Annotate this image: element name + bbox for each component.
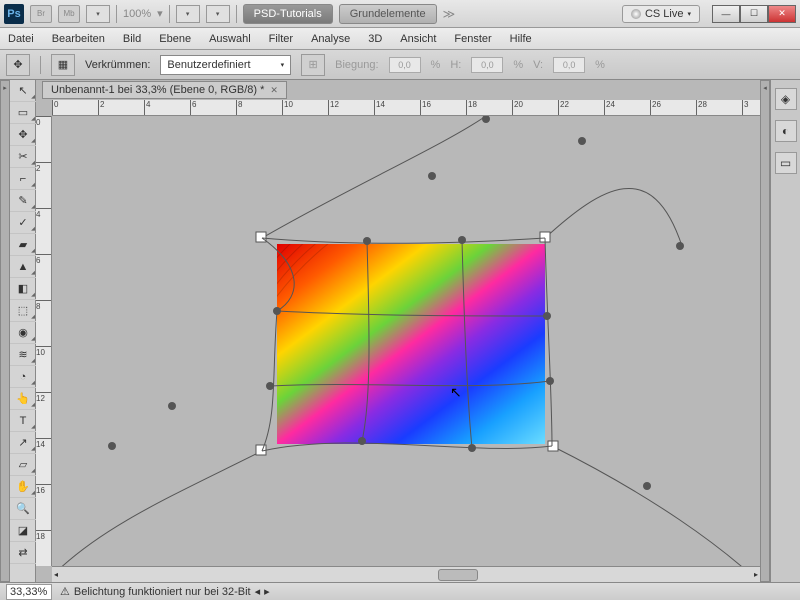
panel-column: ◈ ◐ ▭ <box>770 80 800 582</box>
menu-auswahl[interactable]: Auswahl <box>209 33 251 45</box>
document-tab[interactable]: Unbenannt-1 bei 33,3% (Ebene 0, RGB/8) *… <box>42 81 287 99</box>
minibridge-button[interactable]: Mb <box>58 5 80 23</box>
menu-ansicht[interactable]: Ansicht <box>400 33 436 45</box>
workspace-btn-1[interactable]: PSD-Tutorials <box>243 4 333 24</box>
titlebar: Ps Br Mb 100% ▾ PSD-Tutorials Grundeleme… <box>0 0 800 28</box>
tool-lasso[interactable]: ✥◢ <box>10 124 36 146</box>
menubar: Datei Bearbeiten Bild Ebene Auswahl Filt… <box>0 28 800 50</box>
tool-pen[interactable]: 👆◢ <box>10 388 36 410</box>
status-bar: 33,33% ⚠ Belichtung funktioniert nur bei… <box>0 582 800 600</box>
h-field: 0,0 <box>471 57 503 73</box>
panel-paths-icon[interactable]: ▭ <box>775 152 797 174</box>
scrollbar-horizontal[interactable]: ◂ ▸ <box>52 566 760 582</box>
tool-path[interactable]: ↗◢ <box>10 432 36 454</box>
view-dropdown-1[interactable] <box>86 5 110 23</box>
warp-preset-select[interactable]: Benutzerdefiniert <box>160 55 291 75</box>
tool-zoom[interactable]: 🔍 <box>10 498 36 520</box>
tab-close-icon[interactable]: ✕ <box>270 85 278 96</box>
tool-move[interactable]: ↖◢ <box>10 80 36 102</box>
tool-crop[interactable]: ⌐◢ <box>10 168 36 190</box>
status-zoom-field[interactable]: 33,33% <box>6 584 52 600</box>
app-logo[interactable]: Ps <box>4 4 24 24</box>
titlebar-zoom[interactable]: 100% <box>123 8 151 20</box>
workspace-btn-2[interactable]: Grundelemente <box>339 4 437 24</box>
scrollbar-thumb[interactable] <box>438 569 478 581</box>
tool-shape[interactable]: ▱◢ <box>10 454 36 476</box>
document-tabs: Unbenannt-1 bei 33,3% (Ebene 0, RGB/8) *… <box>36 80 760 100</box>
tool-dodge[interactable]: ◔◢ <box>10 366 36 388</box>
menu-bearbeiten[interactable]: Bearbeiten <box>52 33 105 45</box>
h-label: H: <box>450 59 461 71</box>
tool-eraser[interactable]: ⬚◢ <box>10 300 36 322</box>
tool-marquee[interactable]: ▭◢ <box>10 102 36 124</box>
warp-label: Verkrümmen: <box>85 59 150 71</box>
panel-layers-icon[interactable]: ◈ <box>775 88 797 110</box>
flyout-right[interactable]: ◂ <box>760 80 770 582</box>
tool-type[interactable]: T◢ <box>10 410 36 432</box>
tool-gradient[interactable]: ◉◢ <box>10 322 36 344</box>
tool-history[interactable]: ◧◢ <box>10 278 36 300</box>
tool-mask[interactable]: ⇄ <box>10 542 36 564</box>
tool-blur[interactable]: ≋◢ <box>10 344 36 366</box>
canvas[interactable]: ↖ <box>52 116 760 566</box>
tool-heal[interactable]: ✓◢ <box>10 212 36 234</box>
screen-dropdown[interactable] <box>206 5 230 23</box>
tool-eyedropper[interactable]: ✎◢ <box>10 190 36 212</box>
ruler-horizontal[interactable]: 02468101214161820222426283 <box>52 100 760 116</box>
menu-hilfe[interactable]: Hilfe <box>510 33 532 45</box>
transform-tool-icon[interactable]: ✥ <box>6 54 30 76</box>
tool-brush[interactable]: ▰◢ <box>10 234 36 256</box>
tool-hand[interactable]: ✋◢ <box>10 476 36 498</box>
tool-wand[interactable]: ✂◢ <box>10 146 36 168</box>
toolbox: ↖◢ ▭◢ ✥◢ ✂◢ ⌐◢ ✎◢ ✓◢ ▰◢ ▲◢ ◧◢ ⬚◢ ◉◢ ≋◢ ◔… <box>10 80 36 582</box>
warp-orientation-icon: ⊞ <box>301 54 325 76</box>
panel-channels-icon[interactable]: ◐ <box>775 120 797 142</box>
menu-3d[interactable]: 3D <box>368 33 382 45</box>
bend-field: 0,0 <box>389 57 421 73</box>
v-field: 0,0 <box>553 57 585 73</box>
menu-analyse[interactable]: Analyse <box>311 33 350 45</box>
options-bar: ✥ ▦ Verkrümmen: Benutzerdefiniert ⊞ Bieg… <box>0 50 800 80</box>
cursor-icon: ↖ <box>450 384 462 401</box>
main-area: ▸ ↖◢ ▭◢ ✥◢ ✂◢ ⌐◢ ✎◢ ✓◢ ▰◢ ▲◢ ◧◢ ⬚◢ ◉◢ ≋◢… <box>0 80 800 582</box>
minimize-button[interactable]: — <box>712 5 740 23</box>
bend-label: Biegung: <box>335 59 378 71</box>
flyout-left[interactable]: ▸ <box>0 80 10 582</box>
maximize-button[interactable]: ☐ <box>740 5 768 23</box>
arrange-dropdown[interactable] <box>176 5 200 23</box>
menu-filter[interactable]: Filter <box>269 33 293 45</box>
v-label: V: <box>533 59 543 71</box>
menu-fenster[interactable]: Fenster <box>454 33 491 45</box>
workspace-more-icon[interactable]: ≫ <box>443 7 456 21</box>
tool-stamp[interactable]: ▲◢ <box>10 256 36 278</box>
cs-live-button[interactable]: CS Live▾ <box>622 5 700 23</box>
warning-icon: ⚠ <box>60 585 70 598</box>
menu-bild[interactable]: Bild <box>123 33 141 45</box>
close-button[interactable]: ✕ <box>768 5 796 23</box>
status-warning: ⚠ Belichtung funktioniert nur bei 32-Bit… <box>60 585 270 598</box>
warped-image[interactable] <box>277 244 545 444</box>
menu-ebene[interactable]: Ebene <box>159 33 191 45</box>
warp-grid-icon[interactable]: ▦ <box>51 54 75 76</box>
ruler-vertical[interactable]: 0246810121416182 <box>36 116 52 566</box>
bridge-button[interactable]: Br <box>30 5 52 23</box>
menu-datei[interactable]: Datei <box>8 33 34 45</box>
canvas-wrap: Unbenannt-1 bei 33,3% (Ebene 0, RGB/8) *… <box>36 80 760 582</box>
tool-swatch[interactable]: ◪ <box>10 520 36 542</box>
